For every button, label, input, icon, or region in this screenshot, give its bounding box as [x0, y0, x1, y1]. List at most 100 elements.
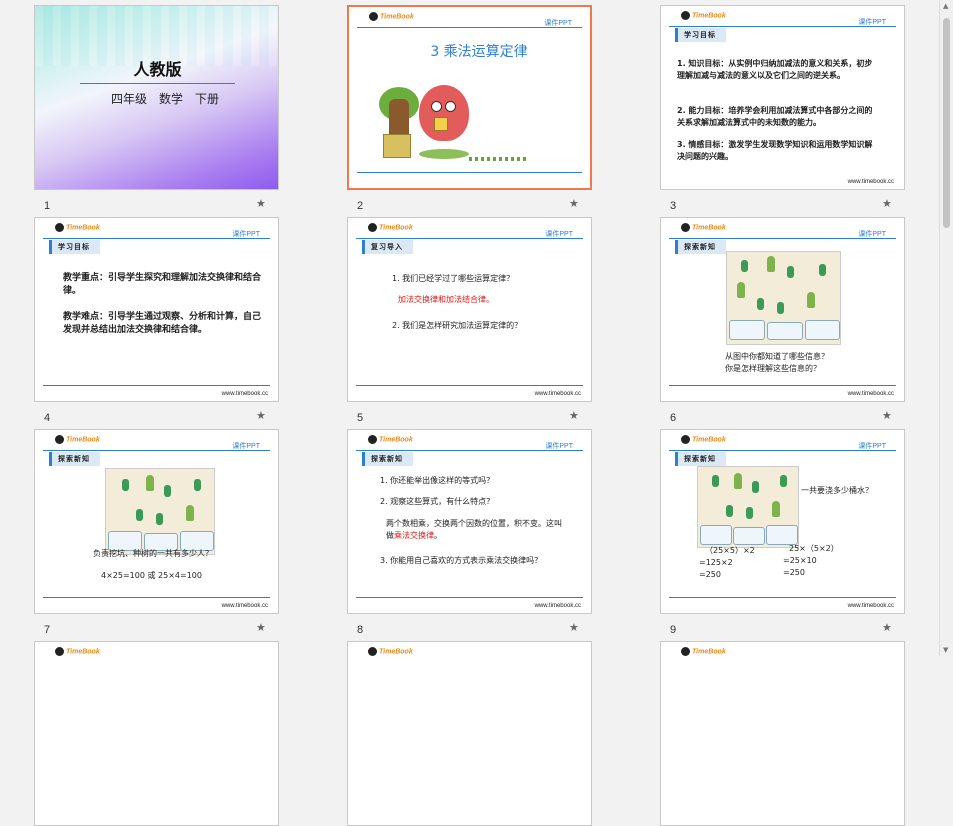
slide-footer: www.timebook.cc: [847, 603, 894, 609]
slide-transition-star-icon[interactable]: ★: [256, 197, 266, 210]
slide-1-canvas[interactable]: 人教版 四年级 数学 下册: [34, 5, 279, 190]
logo-text: TimeBook: [692, 12, 726, 20]
section-label: 探索新知: [362, 452, 413, 466]
logo-figure-icon: [369, 12, 378, 21]
timebook-logo: TimeBook: [681, 11, 726, 20]
slide-footer: www.timebook.cc: [847, 391, 894, 397]
slide-6-canvas[interactable]: TimeBook 课件PPT 探索新知 从图中你都知道了哪些信息？ 你是怎样理解…: [660, 217, 905, 402]
question-3: 3. 你能用自己喜欢的方式表示乘法交换律吗？: [380, 556, 543, 565]
footer-line: [669, 597, 896, 598]
question-line-2: 你是怎样理解这些信息的？: [725, 364, 821, 373]
slide-transition-star-icon[interactable]: ★: [569, 409, 579, 422]
scroll-down-arrow-icon[interactable]: ▼: [943, 646, 948, 654]
timebook-logo: TimeBook: [368, 435, 413, 444]
footer-line: [43, 597, 270, 598]
vertical-scrollbar[interactable]: ▲ ▼: [939, 0, 953, 656]
logo-figure-icon: [368, 647, 377, 656]
slide-footer: www.timebook.cc: [534, 391, 581, 397]
slide-2-canvas[interactable]: TimeBook 课件PPT 3 乘法运算定律: [347, 5, 592, 190]
equation-text: 4×25=100 或 25×4=100: [101, 571, 202, 580]
calc-right-line-2: =25×10: [783, 556, 817, 565]
timebook-logo: TimeBook: [55, 435, 100, 444]
header-line: [356, 450, 583, 451]
logo-text: TimeBook: [380, 13, 414, 21]
calc-left-line-3: =250: [699, 570, 721, 579]
question-1: 1. 你还能举出像这样的等式吗？: [380, 476, 495, 485]
slide-footer: www.timebook.cc: [534, 603, 581, 609]
logo-text: TimeBook: [692, 648, 726, 656]
slide-transition-star-icon[interactable]: ★: [882, 621, 892, 634]
slide-transition-star-icon[interactable]: ★: [569, 197, 579, 210]
scroll-up-arrow-icon[interactable]: ▲: [943, 2, 948, 10]
logo-figure-icon: [368, 435, 377, 444]
section-label: 探索新知: [49, 452, 100, 466]
footer-line: [356, 385, 583, 386]
commutative-law-statement: 两个数相乘，交换两个因数的位置，积不变。这叫做乘法交换律。: [386, 518, 566, 542]
section-label: 学习目标: [675, 28, 726, 42]
section-label: 学习目标: [49, 240, 100, 254]
logo-text: TimeBook: [379, 648, 413, 656]
slide-number: 9: [670, 624, 677, 636]
logo-figure-icon: [681, 647, 690, 656]
slide-8-canvas[interactable]: TimeBook 课件PPT 探索新知 1. 你还能举出像这样的等式吗？ 2. …: [347, 429, 592, 614]
slide-1-title-underline: [80, 83, 235, 84]
slide-11-canvas[interactable]: TimeBook: [347, 641, 592, 826]
slide-number: 7: [44, 624, 51, 636]
slide-transition-star-icon[interactable]: ★: [882, 409, 892, 422]
slide-number: 5: [357, 412, 364, 424]
timebook-logo: TimeBook: [368, 647, 413, 656]
objective-knowledge: 1. 知识目标：从实例中归纳加减法的意义和关系，初步理解加减与减法的意义以及它们…: [677, 59, 873, 80]
logo-figure-icon: [55, 647, 64, 656]
section-label: 探索新知: [675, 240, 726, 254]
timebook-logo: TimeBook: [55, 647, 100, 656]
review-question-2: 2. 我们是怎样研究加法运算定律的？: [392, 321, 523, 330]
slide-sorter-grid: 人教版 四年级 数学 下册 1 ★ TimeBook 课件PPT 3 乘法运算定…: [0, 0, 940, 826]
slide-7-canvas[interactable]: TimeBook 课件PPT 探索新知 负责挖坑、种树的一共有多少人？ 4×25…: [34, 429, 279, 614]
logo-figure-icon: [55, 435, 64, 444]
slide-12-canvas[interactable]: TimeBook: [660, 641, 905, 826]
calc-left-line-2: =125×2: [699, 558, 733, 567]
slide-number: 2: [357, 200, 364, 212]
slide-transition-star-icon[interactable]: ★: [882, 197, 892, 210]
objective-emotion: 3. 情感目标：激发学生发现数学知识和运用数学知识解决问题的兴趣。: [677, 140, 873, 161]
logo-text: TimeBook: [379, 224, 413, 232]
slide-1-pattern: [35, 6, 278, 66]
review-answer-1: 加法交换律和加法结合律。: [398, 295, 494, 304]
slide-1-title: 人教版: [133, 60, 182, 79]
objective-ability: 2. 能力目标：培养学会利用加减法算式中各部分之间的关系求解加减法算式中的未知数…: [677, 106, 873, 127]
slide-number: 1: [44, 200, 51, 212]
calc-right-line-3: =250: [783, 568, 805, 577]
tree-planting-illustration: [726, 251, 841, 345]
logo-figure-icon: [55, 223, 64, 232]
review-question-1: 1. 我们已经学过了哪些运算定律？: [392, 274, 515, 283]
scrollbar-thumb[interactable]: [943, 18, 950, 228]
question-text: 负责挖坑、种树的一共有多少人？: [93, 549, 213, 558]
commutative-law-term: 乘法交换律: [394, 531, 434, 540]
slide-10-canvas[interactable]: TimeBook: [34, 641, 279, 826]
slide-number: 6: [670, 412, 677, 424]
footer-line: [356, 597, 583, 598]
section-label: 探索新知: [675, 452, 726, 466]
slide-9-canvas[interactable]: TimeBook 课件PPT 探索新知 一共要浇多少桶水？ （25×5）×2 =…: [660, 429, 905, 614]
header-line: [357, 27, 582, 28]
slide-5-canvas[interactable]: TimeBook 课件PPT 复习导入 1. 我们已经学过了哪些运算定律？ 加法…: [347, 217, 592, 402]
question-2: 2. 观察这些算式，有什么特点？: [380, 497, 495, 506]
timebook-logo: TimeBook: [681, 647, 726, 656]
slide-transition-star-icon[interactable]: ★: [256, 409, 266, 422]
slide-number: 4: [44, 412, 51, 424]
slide-transition-star-icon[interactable]: ★: [569, 621, 579, 634]
logo-figure-icon: [681, 11, 690, 20]
slide-4-canvas[interactable]: TimeBook 课件PPT 学习目标 教学重点：引导学生探究和理解加法交换律和…: [34, 217, 279, 402]
logo-text: TimeBook: [692, 224, 726, 232]
logo-text: TimeBook: [66, 436, 100, 444]
header-line: [356, 238, 583, 239]
slide-3-canvas[interactable]: TimeBook 课件PPT 学习目标 1. 知识目标：从实例中归纳加减法的意义…: [660, 5, 905, 190]
timebook-logo: TimeBook: [55, 223, 100, 232]
slide-transition-star-icon[interactable]: ★: [256, 621, 266, 634]
footer-line: [43, 385, 270, 386]
header-line: [669, 238, 896, 239]
tree-planting-illustration: [697, 466, 799, 548]
slide-2-title: 3 乘法运算定律: [430, 44, 528, 60]
logo-text: TimeBook: [379, 436, 413, 444]
footer-line: [669, 385, 896, 386]
